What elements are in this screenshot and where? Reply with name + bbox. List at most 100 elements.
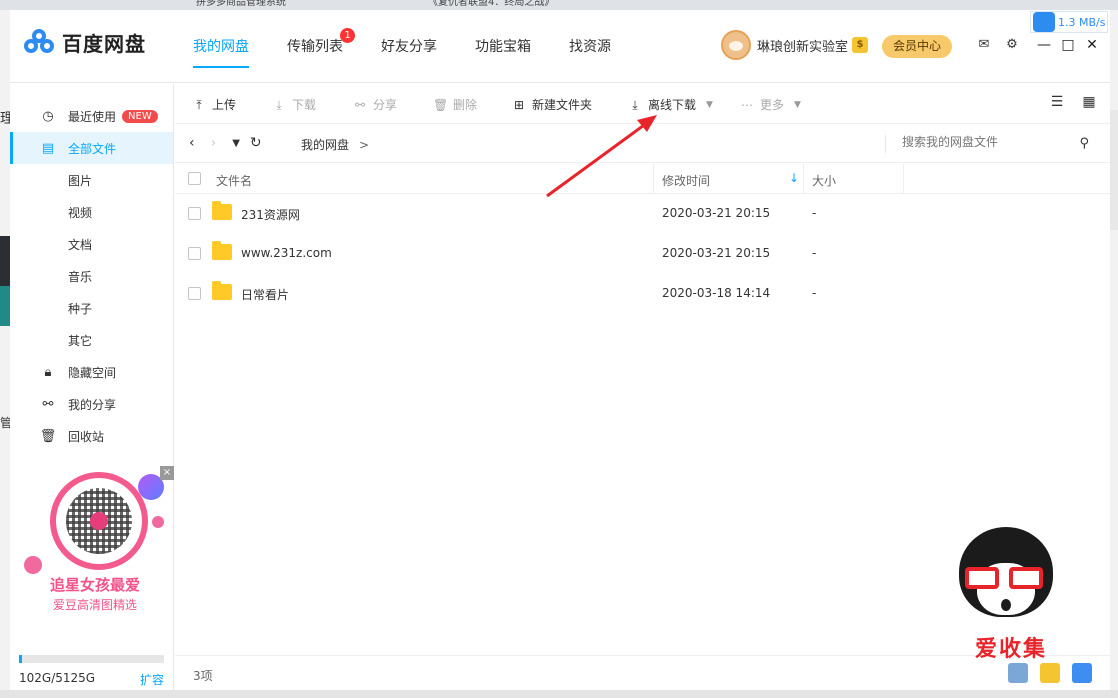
table-row[interactable]: www.231z.com 2020-03-21 20:15 - xyxy=(175,234,1110,274)
search-input[interactable] xyxy=(902,135,1072,149)
sidebar-item-recycle-bin[interactable]: 🗑︎ 回收站 xyxy=(10,420,173,452)
column-divider[interactable] xyxy=(803,164,804,194)
item-count: 3项 xyxy=(193,669,213,683)
more-button[interactable]: ⋯ 更多 ▼ xyxy=(740,96,801,113)
sidebar-item-music[interactable]: 音乐 xyxy=(10,260,173,292)
sidebar-item-all-files[interactable]: ▤ 全部文件 xyxy=(10,132,173,164)
trash-icon: 🗑︎ xyxy=(433,97,449,112)
breadcrumb-separator: > xyxy=(359,138,370,152)
file-size: - xyxy=(812,246,817,260)
sidebar-item-my-shares[interactable]: ⚯ 我的分享 xyxy=(10,388,173,420)
grid-view-icon[interactable]: ▦ xyxy=(1080,94,1098,112)
button-label: 删除 xyxy=(453,98,478,112)
folder-icon xyxy=(212,281,232,300)
nav-toolbox[interactable]: 功能宝箱 xyxy=(475,36,531,68)
qr-center xyxy=(90,512,108,530)
avatar[interactable] xyxy=(721,30,751,60)
monkey-mouth xyxy=(1001,599,1011,611)
nav-label: 传输列表 xyxy=(287,39,343,55)
maximize-icon[interactable]: □ xyxy=(1056,37,1080,53)
user-name[interactable]: 琳琅创新实验室 xyxy=(757,36,848,55)
sort-desc-icon[interactable]: ↓ xyxy=(789,171,799,185)
top-icons: ✉ ⚙ xyxy=(973,37,1029,55)
sidebar-item-recent[interactable]: ◷ 最近使用 NEW xyxy=(10,100,173,132)
upload-button[interactable]: ⤒ 上传 xyxy=(192,96,236,113)
table-row[interactable]: 日常看片 2020-03-18 14:14 - xyxy=(175,274,1110,314)
qr-code-icon xyxy=(50,472,148,570)
app-logo[interactable]: 百度网盘 xyxy=(24,28,146,57)
back-arrow-icon[interactable]: ‹ xyxy=(189,135,195,151)
nav-find-resources[interactable]: 找资源 xyxy=(569,36,611,68)
nav-transfer-list[interactable]: 传输列表 1 xyxy=(287,28,355,68)
share-button[interactable]: ⚯ 分享 xyxy=(353,96,397,113)
sidebar-item-other[interactable]: 其它 xyxy=(10,324,173,356)
view-switcher: ☰ ▦ xyxy=(1034,94,1098,112)
sort-list-icon[interactable]: ☰ xyxy=(1048,94,1066,112)
cloud-icon xyxy=(1033,12,1055,32)
member-center-button[interactable]: 会员中心 xyxy=(882,35,952,58)
column-header-size[interactable]: 大小 xyxy=(812,172,836,189)
mail-icon[interactable]: ✉ xyxy=(973,37,995,55)
row-checkbox[interactable] xyxy=(188,287,201,300)
button-label: 上传 xyxy=(212,98,237,112)
file-name[interactable]: www.231z.com xyxy=(241,246,332,260)
history-dropdown-icon[interactable]: ▼ xyxy=(232,138,240,149)
promo-banner[interactable]: × 追星女孩最爱 爱豆高清图精选 xyxy=(20,464,174,629)
expand-storage-link[interactable]: 扩容 xyxy=(140,671,164,688)
browser-tab-strip: 拼多多商品管理系统 《复仇者联盟4：终局之战》 xyxy=(0,0,1118,10)
breadcrumb-item[interactable]: 我的网盘 xyxy=(301,138,349,152)
sidebar-item-images[interactable]: 图片 xyxy=(10,164,173,196)
minimize-icon[interactable]: — xyxy=(1032,37,1056,53)
cloud-logo-icon xyxy=(24,28,54,57)
download-button[interactable]: ⤓ 下载 xyxy=(272,96,316,113)
close-icon[interactable]: ✕ xyxy=(1080,37,1104,53)
refresh-icon[interactable]: ↻ xyxy=(250,135,262,151)
browser-tab[interactable]: 拼多多商品管理系统 xyxy=(196,0,286,10)
sidebar-item-torrents[interactable]: 种子 xyxy=(10,292,173,324)
planet-decoration xyxy=(152,516,164,528)
file-name[interactable]: 231资源网 xyxy=(241,206,300,223)
close-icon[interactable]: × xyxy=(160,466,174,480)
select-all-checkbox[interactable] xyxy=(188,172,201,185)
vip-badge-icon[interactable]: $ xyxy=(852,37,869,53)
download-icon: ⤓ xyxy=(276,97,282,112)
more-dots-icon: ⋯ xyxy=(741,97,753,112)
file-name[interactable]: 日常看片 xyxy=(241,286,289,303)
nav-friend-share[interactable]: 好友分享 xyxy=(381,36,437,68)
background-strip xyxy=(0,286,10,326)
app-name: 百度网盘 xyxy=(62,32,146,56)
browser-tab[interactable]: 《复仇者联盟4：终局之战》 xyxy=(428,0,554,10)
forward-arrow-icon[interactable]: › xyxy=(211,135,217,151)
gear-icon[interactable]: ⚙ xyxy=(1001,37,1023,55)
storage-quota-text: 102G/5125G xyxy=(19,671,96,685)
lock-icon: 🔒︎ xyxy=(44,364,52,380)
column-header-name[interactable]: 文件名 xyxy=(216,172,252,189)
nav-label: 找资源 xyxy=(569,39,611,55)
folder-icon xyxy=(212,241,232,260)
speed-value: 1.3 MB/s xyxy=(1058,15,1106,29)
lock-icon[interactable] xyxy=(1072,663,1092,683)
sidebar-item-documents[interactable]: 文档 xyxy=(10,228,173,260)
background-strip xyxy=(0,236,10,286)
sidebar: ◷ 最近使用 NEW ▤ 全部文件 图片 视频 文档 音乐 种子 其它 🔒︎ 隐… xyxy=(10,84,174,690)
column-header-modified[interactable]: 修改时间 xyxy=(662,172,710,189)
share-icon: ⚯ xyxy=(42,396,54,412)
delete-button[interactable]: 🗑︎ 删除 xyxy=(433,96,477,113)
row-checkbox[interactable] xyxy=(188,207,201,220)
sidebar-item-hidden-space[interactable]: 🔒︎ 隐藏空间 xyxy=(10,356,173,388)
sidebar-item-label: 其它 xyxy=(68,333,93,348)
nav-my-disk[interactable]: 我的网盘 xyxy=(193,36,249,68)
table-row[interactable]: 231资源网 2020-03-21 20:15 - xyxy=(175,194,1110,234)
column-divider[interactable] xyxy=(903,164,904,194)
sidebar-item-videos[interactable]: 视频 xyxy=(10,196,173,228)
button-label: 分享 xyxy=(373,98,398,112)
file-modified: 2020-03-21 20:15 xyxy=(662,206,771,220)
user-info[interactable]: 琳琅创新实验室 $ xyxy=(721,30,869,60)
window-controls: — □ ✕ xyxy=(1032,37,1104,53)
upload-icon: ⤒ xyxy=(196,97,202,112)
breadcrumb: 我的网盘 > xyxy=(301,136,369,153)
row-checkbox[interactable] xyxy=(188,247,201,260)
speed-indicator[interactable]: 1.3 MB/s xyxy=(1030,11,1108,33)
chevron-down-icon[interactable]: ▼ xyxy=(706,100,713,110)
search-icon[interactable]: ⚲ xyxy=(1079,136,1089,151)
